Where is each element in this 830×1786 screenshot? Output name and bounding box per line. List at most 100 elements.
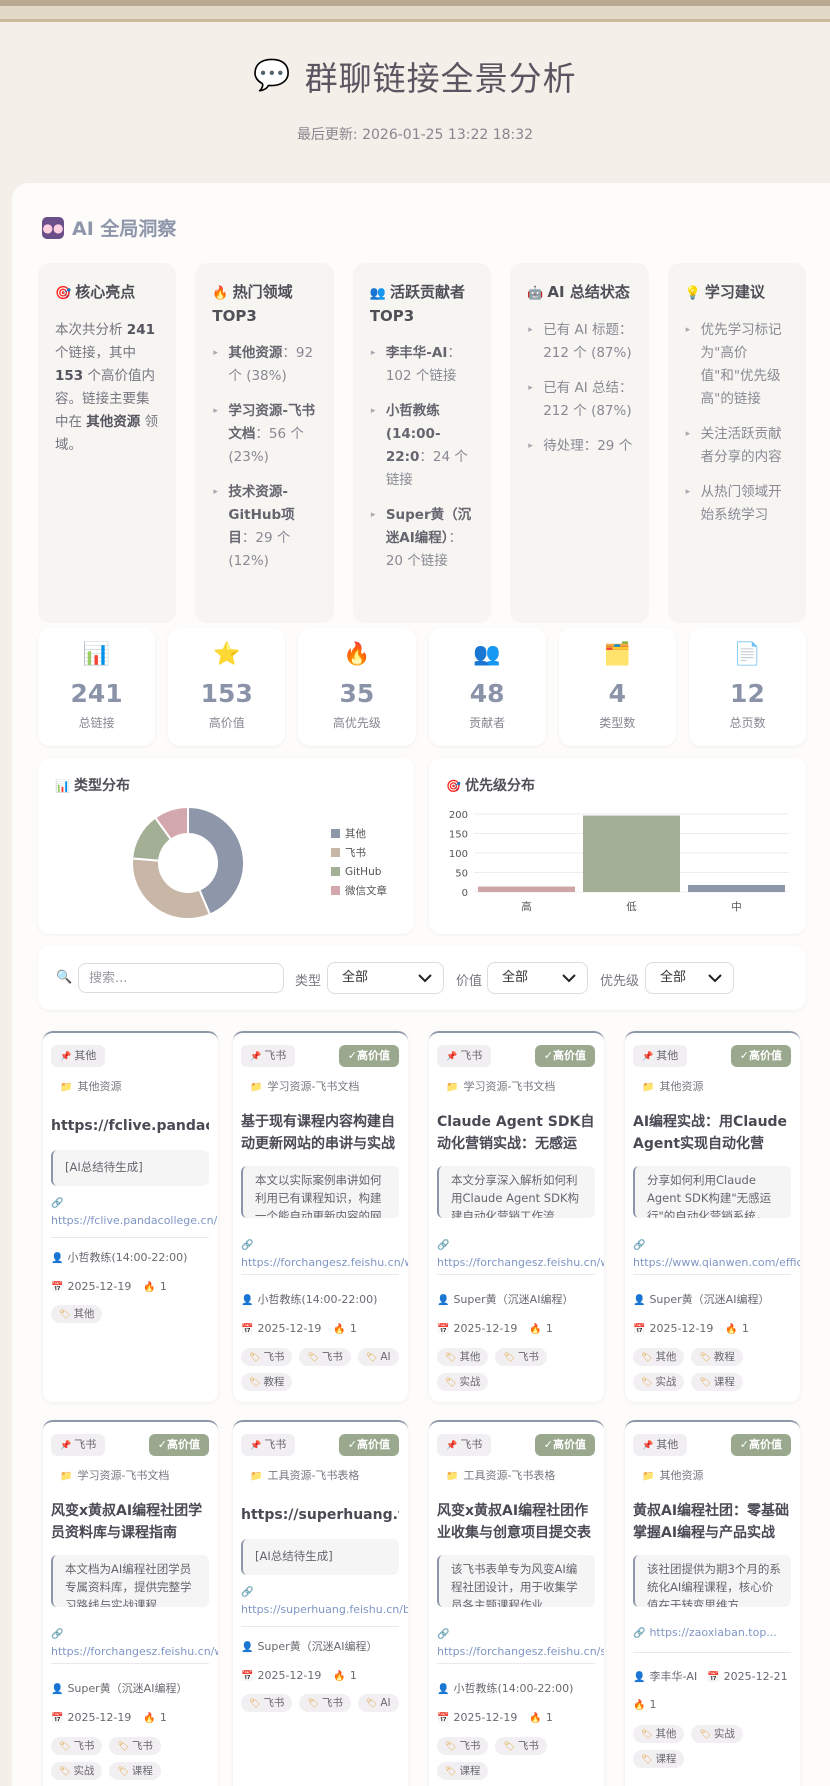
stat-cards: 📊 241 总链接 ⭐ 153 高价值 🔥 35 高优先级 👥 48 贡献者 🗂… (38, 628, 807, 746)
card-title[interactable]: Claude Agent SDK自动化营销实战：无感运行… (437, 1111, 595, 1155)
tag[interactable]: 🏷 飞书 (241, 1348, 293, 1366)
tag[interactable]: 🏷 其他 (633, 1348, 685, 1366)
tag[interactable]: 🏷 课程 (109, 1762, 161, 1780)
card-date-hot: 📅 2025-12-19 🔥 1 (241, 1322, 357, 1335)
folder-icon: 📁 (250, 1471, 263, 1482)
tag[interactable]: 🏷 其他 (633, 1725, 685, 1743)
tag[interactable]: 🏷 飞书 (495, 1348, 547, 1366)
user-icon: 👤 (437, 1684, 450, 1695)
tag[interactable]: 🏷 飞书 (51, 1737, 103, 1755)
card-link[interactable]: 🔗 https://zaoxiaban.top... (633, 1625, 800, 1642)
fire-icon: 🔥 (212, 286, 229, 301)
tag[interactable]: 🏷 教程 (691, 1348, 743, 1366)
card-link[interactable]: 🔗 https://fclive.pandacollege.cn/p/ (51, 1196, 218, 1229)
card-link[interactable]: 🔗https://forchangesz.feishu.cn/wiki/ (241, 1238, 408, 1271)
card-link[interactable]: 🔗https://forchangesz.feishu.cn/wiki/ (437, 1238, 604, 1271)
chevron-down-icon (562, 974, 576, 983)
link-card[interactable]: 📌 飞书 ✓高价值 📁 工具资源-飞书表格 风变x黄叔AI编程社团作业收集与创意项目… (429, 1420, 604, 1786)
tag[interactable]: 🏷 飞书 (299, 1694, 351, 1712)
card-link[interactable]: 🔗https://www.qianwen.com/efficiency/ (633, 1238, 800, 1271)
card-author: 👤 Super黄（沉迷AI编程） (633, 1293, 770, 1306)
y-tick-label: 200 (449, 810, 468, 821)
people-icon: 👥 (473, 642, 501, 667)
tag[interactable]: 🏷 飞书 (437, 1737, 489, 1755)
calendar-icon: 📅 (241, 1324, 254, 1335)
card-title[interactable]: https://superhuang.feishu.cn/base/ (241, 1504, 399, 1526)
search-input[interactable] (78, 963, 284, 993)
type-badge: 📌 飞书 (241, 1434, 296, 1456)
card-author-date: 👤 李丰华-AI 📅 2025-12-21 (633, 1670, 788, 1683)
tag-icon: 🏷 (641, 1755, 653, 1765)
card-summary: 本文分享深入解析如何利用Claude Agent SDK构建自动化营销工作流 (437, 1166, 595, 1218)
category-label: 📁 工具资源-飞书表格 (250, 1469, 360, 1482)
tag[interactable]: 🏷 AI (357, 1694, 399, 1712)
card-link[interactable]: 🔗https://forchangesz.feishu.cn/share/ (437, 1627, 604, 1660)
link-icon: 🔗 (437, 1240, 450, 1251)
tag[interactable]: 🏷 其他 (51, 1305, 103, 1323)
tag-icon: 🏷 (59, 1310, 71, 1320)
tag-icon: 🏷 (641, 1353, 653, 1363)
tag[interactable]: 🏷 教程 (241, 1373, 293, 1391)
tag[interactable]: 🏷 课程 (633, 1750, 685, 1768)
user-icon: 👤 (633, 1295, 646, 1306)
tag[interactable]: 🏷 课程 (691, 1373, 743, 1391)
type-filter-label: 类型 (295, 974, 322, 989)
legend-swatch (331, 848, 340, 857)
link-card[interactable]: 📌 飞书 ✓高价值 📁 学习资源-飞书文档 Claude Agent SDK自动化营… (429, 1031, 604, 1402)
fire-icon: 🔥 (529, 1713, 542, 1724)
tag-icon: 🏷 (641, 1730, 653, 1740)
high-value-badge: ✓高价值 (730, 1045, 791, 1067)
y-tick-label: 0 (462, 888, 468, 899)
tag-icon: 🏷 (365, 1699, 378, 1709)
tag[interactable]: 🏷 实战 (633, 1373, 685, 1391)
tag[interactable]: 🏷 飞书 (109, 1737, 161, 1755)
priority-select[interactable]: 全部 (645, 962, 734, 994)
bar-chart-icon: 📊 (55, 779, 70, 793)
card-title[interactable]: 基于现有课程内容构建自动更新网站的串讲与实战 (241, 1111, 399, 1155)
tag-icon: 🏷 (117, 1742, 129, 1752)
type-badge: 📌 其他 (633, 1045, 688, 1067)
link-icon: 🔗 (437, 1629, 450, 1640)
card-date-hot: 📅 2025-12-19 🔥 1 (51, 1711, 167, 1724)
link-card[interactable]: 📌其他 📁其他资源 https://fclive.pandacollege.cn… (43, 1031, 218, 1402)
card-tags: 🏷 其他 🏷 教程 🏷 实战 🏷 课程 (633, 1348, 794, 1391)
tag[interactable]: 🏷 实战 (51, 1762, 103, 1780)
card-title[interactable]: 风变x黄叔AI编程社团作业收集与创意项目提交表单 (437, 1500, 595, 1544)
link-card[interactable]: 📌 飞书 ✓高价值 📁 学习资源-飞书文档 风变x黄叔AI编程社团学员资料库与课程指… (43, 1420, 218, 1786)
card-link[interactable]: 🔗https://forchangesz.feishu.cn/wiki/ (51, 1627, 218, 1660)
tag-icon: 🏷 (307, 1353, 319, 1363)
card-link[interactable]: 🔗https://superhuang.feishu.cn/base/ (241, 1585, 408, 1618)
tag[interactable]: 🏷 飞书 (241, 1694, 293, 1712)
tag[interactable]: 🏷 飞书 (299, 1348, 351, 1366)
high-value-badge: ✓高价值 (338, 1434, 399, 1456)
user-icon: 👤 (51, 1253, 64, 1264)
tag[interactable]: 🏷 实战 (437, 1373, 489, 1391)
link-card[interactable]: 📌飞书 ✓高价值 📁工具资源-飞书表格 https://superhuang.f… (233, 1420, 408, 1786)
link-icon: 🔗 (241, 1587, 254, 1598)
tag[interactable]: 🏷 实战 (691, 1725, 743, 1743)
card-title[interactable]: https://fclive.pandacollege.cn/p/ (51, 1115, 209, 1137)
link-card[interactable]: 📌 飞书 ✓高价值 📁 学习资源-飞书文档 基于现有课程内容构建自动更新网站的串讲与… (233, 1031, 408, 1402)
tag-icon: 🏷 (445, 1378, 457, 1388)
tag[interactable]: 🏷 其他 (437, 1348, 489, 1366)
card-title[interactable]: 黄叔AI编程社团：零基础掌握AI编程与产品实战 (633, 1500, 791, 1544)
link-card[interactable]: 📌 其他 ✓高价值 📁 其他资源 AI编程实战：用Claude Agent实现自动化… (625, 1031, 800, 1402)
x-tick-label: 低 (626, 900, 637, 913)
speech-bubble-icon: 💬 (253, 58, 291, 93)
donut-slice (131, 857, 212, 920)
link-card[interactable]: 📌 其他 ✓高价值 📁 其他资源 黄叔AI编程社团：零基础掌握AI编程与产品实战 该… (625, 1420, 800, 1786)
card-title[interactable]: AI编程实战：用Claude Agent实现自动化营销… (633, 1111, 791, 1155)
category-label: 📁 学习资源-飞书文档 (250, 1080, 360, 1093)
tag[interactable]: 🏷 AI (357, 1348, 399, 1366)
type-badge: 📌 其他 (633, 1434, 688, 1456)
tag[interactable]: 🏷 飞书 (495, 1737, 547, 1755)
robot-icon: 🤖 (527, 286, 544, 301)
tag-icon: 🏷 (249, 1353, 261, 1363)
card-title[interactable]: 风变x黄叔AI编程社团学员资料库与课程指南 (51, 1500, 209, 1544)
value-select[interactable]: 全部 (487, 962, 588, 994)
type-select[interactable]: 全部 (327, 962, 444, 994)
pin-icon: 📌 (446, 1052, 458, 1062)
card-summary: 本文档为AI编程社团学员专属资料库，提供完整学习路线与实战课程 (51, 1555, 209, 1607)
type-badge: 📌 飞书 (51, 1434, 106, 1456)
tag[interactable]: 🏷 课程 (437, 1762, 489, 1780)
